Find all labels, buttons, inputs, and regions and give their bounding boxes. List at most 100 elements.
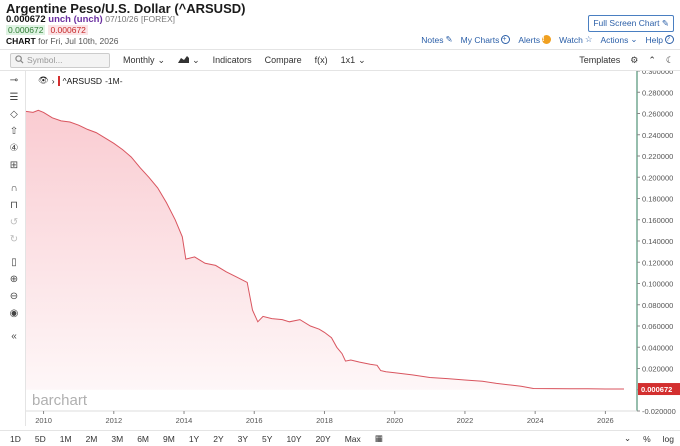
period-dropdown[interactable]: Monthly ⌄ [123,55,165,66]
area-chart-icon [178,55,190,65]
calendar-icon[interactable]: ▦ [371,433,387,444]
lines-tool-icon[interactable]: ☰ [7,92,21,104]
compare-button[interactable]: Compare [265,55,302,65]
chart-legend: 👁 › ^ARSUSD -1M- [38,75,123,86]
actions-dropdown[interactable]: Actions ⌄ [601,34,638,45]
arrow-tool-icon[interactable]: ⇧ [7,126,21,138]
y-tick-label: 0.160000 [642,216,673,225]
y-tick-label: 0.020000 [642,365,673,374]
series-area-fill [26,110,624,390]
function-button[interactable]: f(x) [315,55,328,65]
range-1d[interactable]: 1D [6,434,25,444]
y-tick-label: 0.100000 [642,280,673,289]
help-label: Help [645,34,663,45]
range-9m[interactable]: 9M [159,434,179,444]
dark-mode-icon[interactable]: ☾ [666,55,674,66]
bid-price: 0.000672 [6,25,46,35]
chart-date-label: CHART for Fri, Jul 10th, 2026 [6,36,118,46]
bid-ask: 0.000672 0.000672 [6,25,88,35]
double-chevron-down-icon[interactable]: ⌄ [624,433,631,444]
drawing-tools-sidebar: ⊸ ☰ ◇ ⇧ ④ ⊞ ∩ ⊓ ↺ ↻ ▯ ⊕ ⊖ ◉ « [0,71,26,426]
range-3m[interactable]: 3M [107,434,127,444]
help-link[interactable]: Help ? [646,35,674,45]
plus-circle-icon: + [501,35,511,44]
layout-dropdown[interactable]: 1x1 ⌄ [341,55,366,66]
chart-label: CHART [6,36,36,46]
x-tick-label: 2020 [386,416,403,425]
gear-icon[interactable]: ⚙ [630,55,638,66]
pencil-icon: ✎ [661,18,669,28]
range-20y[interactable]: 20Y [312,434,335,444]
range-6m[interactable]: 6M [133,434,153,444]
range-2m[interactable]: 2M [82,434,102,444]
log-toggle[interactable]: log [663,434,674,444]
range-10y[interactable]: 10Y [282,434,305,444]
x-tick-label: 2026 [597,416,614,425]
range-2y[interactable]: 2Y [209,434,227,444]
measure-tool-icon[interactable]: ⊞ [7,160,21,172]
price-chart[interactable]: barchart 0.300000 0.280000 0.260000 0.240000… [26,71,680,430]
quote-exchange: [FOREX] [141,14,176,24]
my-charts-link[interactable]: My Charts + [461,35,511,45]
notes-link[interactable]: Notes ✎ [421,34,452,45]
y-tick-label: 0.200000 [642,173,673,182]
zoom-in-icon[interactable]: ⊕ [7,274,21,286]
watch-link[interactable]: Watch ☆ [559,34,592,45]
undo-icon[interactable]: ↺ [7,217,21,229]
range-max[interactable]: Max [341,434,365,444]
symbol-search-input[interactable]: Symbol... [10,52,110,68]
alerts-link[interactable]: Alerts ! [518,34,552,45]
y-tick-label: 0.260000 [642,110,673,119]
legend-interval: -1M- [105,75,123,86]
top-links: Notes ✎ My Charts + Alerts ! Watch ☆ Act… [421,34,674,45]
y-tick-label: 0.140000 [642,237,673,246]
range-1m[interactable]: 1M [56,434,76,444]
last-price-label: 0.000672 [641,385,672,394]
y-tick-label: 0.120000 [642,258,673,267]
range-5d[interactable]: 5D [31,434,50,444]
my-charts-label: My Charts [460,34,500,45]
x-tick-label: 2016 [246,416,263,425]
collapse-sidebar-icon[interactable]: « [7,331,21,343]
eye-icon[interactable]: ◉ [7,308,21,320]
y-tick-label: 0.240000 [642,131,673,140]
ask-price: 0.000672 [48,25,88,35]
range-5y[interactable]: 5Y [258,434,276,444]
trash-icon[interactable]: ▯ [7,257,21,269]
fibonacci-tool-icon[interactable]: ④ [7,143,21,155]
y-tick-label: 0.220000 [642,152,673,161]
crosshair-tool-icon[interactable]: ⊸ [7,75,21,87]
series-color-swatch [57,75,60,86]
edit-note-icon: ✎ [445,34,453,44]
alerts-label: Alerts [518,34,541,45]
last-price: 0.000672 [6,14,46,25]
shapes-tool-icon[interactable]: ◇ [7,109,21,121]
layout-label: 1x1 [340,55,356,65]
chevron-down-icon: ⌄ [192,54,200,65]
range-1y[interactable]: 1Y [185,434,203,444]
percent-toggle[interactable]: % [643,434,651,444]
zoom-out-icon[interactable]: ⊖ [7,291,21,303]
period-label: Monthly [123,55,155,65]
indicators-button[interactable]: Indicators [213,55,252,65]
full-screen-label: Full Screen Chart [593,18,660,28]
chevron-down-icon: ⌄ [630,34,638,44]
chevron-right-icon[interactable]: › [52,76,55,86]
x-tick-label: 2022 [457,416,474,425]
lock-icon[interactable]: ⊓ [7,200,21,212]
legend-symbol: ^ARSUSD [62,75,103,86]
full-screen-chart-button[interactable]: Full Screen Chart ✎ [588,15,674,32]
y-tick-label: 0.060000 [642,322,673,331]
y-tick-label: 0.080000 [642,301,673,310]
chart-type-dropdown[interactable]: ⌄ [178,55,200,66]
templates-button[interactable]: Templates [579,55,620,65]
eye-icon[interactable]: 👁 [38,75,49,86]
y-tick-label: 0.280000 [642,88,673,97]
quote-date: 07/10/26 [105,14,139,24]
x-tick-label: 2010 [35,416,52,425]
redo-icon[interactable]: ↻ [7,234,21,246]
star-icon: ☆ [584,34,593,44]
range-3y[interactable]: 3Y [234,434,252,444]
collapse-icon[interactable]: ⌃ [648,55,656,66]
magnet-icon[interactable]: ∩ [7,183,21,195]
